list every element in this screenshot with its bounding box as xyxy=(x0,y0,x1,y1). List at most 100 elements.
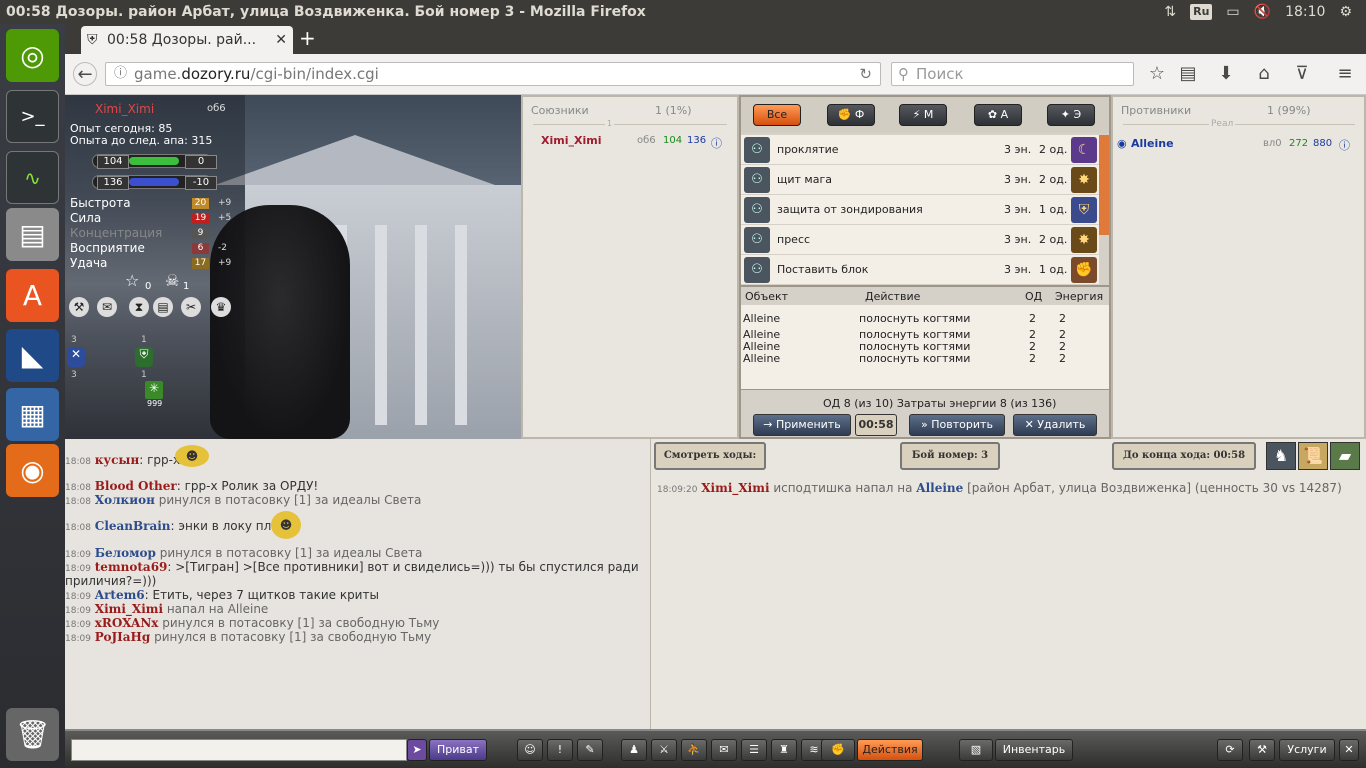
send-arrow-icon[interactable]: ➤ xyxy=(407,739,427,761)
guild-badge-icon[interactable]: ⛨ xyxy=(135,347,153,367)
walk-icon[interactable]: ⛹ xyxy=(681,739,707,761)
scroll-icon[interactable]: 📜 xyxy=(1298,442,1328,470)
network-icon[interactable]: ⇅ xyxy=(1164,0,1176,24)
chat-author[interactable]: xROXANx xyxy=(95,616,159,630)
clan-badge-icon[interactable]: ✕ xyxy=(67,347,85,367)
menu-icon[interactable]: ≡ xyxy=(1333,62,1357,86)
delete-button[interactable]: ✕ Удалить xyxy=(1013,414,1097,436)
gear-icon[interactable]: ⚙ xyxy=(1339,0,1352,24)
target-icon[interactable]: ⚇ xyxy=(744,227,770,253)
writer-icon[interactable]: ▦ xyxy=(6,388,59,441)
chat-author[interactable]: Ximi_Ximi xyxy=(95,602,163,616)
tools-icon[interactable]: ⚒ xyxy=(1249,739,1275,761)
system-monitor-icon[interactable]: ∿ xyxy=(6,151,59,204)
note-icon[interactable]: ✎ xyxy=(577,739,603,761)
watch-moves-button[interactable]: Смотреть ходы: xyxy=(654,442,766,470)
swords-icon[interactable]: ⚔ xyxy=(651,739,677,761)
new-tab-button[interactable]: + xyxy=(299,26,316,50)
chat-input[interactable] xyxy=(71,739,407,761)
spell-row[interactable]: ⚇ защита от зондирования 3 эн. 1 од. ⛨ xyxy=(741,195,1099,225)
fist-icon[interactable]: ✊ xyxy=(821,739,855,761)
search-input[interactable]: ⚲ Поиск xyxy=(891,62,1134,86)
back-arrow-icon[interactable]: ← xyxy=(73,62,97,86)
terminal-icon[interactable]: >_ xyxy=(6,90,59,143)
trash-icon[interactable]: 🗑 xyxy=(6,708,59,761)
scroll-icon[interactable]: ▤ xyxy=(153,297,173,317)
chat-author[interactable]: temnota69 xyxy=(95,560,168,574)
volume-icon[interactable]: 🔇 xyxy=(1254,0,1271,24)
chat-author[interactable]: Blood Other xyxy=(95,479,177,493)
clock[interactable]: 18:10 xyxy=(1285,0,1325,24)
spell-icon[interactable]: ✸ xyxy=(1071,167,1097,193)
inventory-button[interactable]: Инвентарь xyxy=(995,739,1073,761)
action-row[interactable]: Alleine полоснуть когтями 2 2 xyxy=(743,352,1107,365)
chat-author[interactable]: кусын xyxy=(95,453,139,467)
refresh-icon[interactable]: ⟳ xyxy=(1217,739,1243,761)
target-icon[interactable]: ⚇ xyxy=(744,197,770,223)
reading-list-icon[interactable]: ▤ xyxy=(1176,62,1200,86)
mail-icon[interactable]: ✉ xyxy=(97,297,117,317)
url-bar[interactable]: ⓘ game.dozory.ru/cgi-bin/index.cgi ↻ xyxy=(105,62,881,86)
spell-icon[interactable]: ☾ xyxy=(1071,137,1097,163)
firefox-icon[interactable]: ◉ xyxy=(6,444,59,497)
files-icon[interactable]: ▤ xyxy=(6,208,59,261)
spell-row[interactable]: ⚇ Поставить блок 3 эн. 1 од. ✊ xyxy=(741,255,1099,285)
crowd-icon[interactable]: ♜ xyxy=(771,739,797,761)
target-icon[interactable]: ⚇ xyxy=(744,137,770,163)
home-icon[interactable]: ⌂ xyxy=(1252,62,1276,86)
alert-icon[interactable]: ! xyxy=(547,739,573,761)
spell-row[interactable]: ⚇ проклятие 3 эн. 2 од. ☾ xyxy=(741,135,1099,165)
close-icon[interactable]: ✕ xyxy=(1339,739,1359,761)
hammer-icon[interactable]: ⚒ xyxy=(69,297,89,317)
target-icon[interactable]: ⚇ xyxy=(744,257,770,283)
spell-icon[interactable]: ✸ xyxy=(1071,227,1097,253)
spell-icon[interactable]: ✊ xyxy=(1071,257,1097,283)
ally-name[interactable]: Ximi_Ximi xyxy=(541,134,601,147)
keyboard-layout[interactable]: Ru xyxy=(1190,4,1213,20)
services-button[interactable]: Услуги xyxy=(1279,739,1335,761)
stack-icon[interactable]: ✳ xyxy=(145,381,163,399)
filter-all-button[interactable]: Все xyxy=(753,104,801,126)
spell-row[interactable]: ⚇ пресс 3 эн. 2 од. ✸ xyxy=(741,225,1099,255)
chat-author[interactable]: PoJIaHg xyxy=(95,630,151,644)
skull-icon[interactable]: ☠ xyxy=(165,271,179,290)
trophy-icon[interactable]: ♛ xyxy=(211,297,231,317)
map-icon[interactable]: ▧ xyxy=(959,739,993,761)
action-row[interactable]: Alleine полоснуть когтями 2 2 xyxy=(743,340,1107,353)
repeat-button[interactable]: » Повторить xyxy=(909,414,1005,436)
spell-scrollbar[interactable] xyxy=(1099,135,1109,235)
character-name[interactable]: Ximi_Ximi xyxy=(95,102,154,116)
info-icon[interactable]: ⓘ xyxy=(114,63,127,85)
battery-icon[interactable]: ▭ xyxy=(1226,0,1239,24)
tools-icon[interactable]: ✂ xyxy=(181,297,201,317)
hourglass-icon[interactable]: ⧗ xyxy=(129,297,149,317)
reload-icon[interactable]: ↻ xyxy=(859,63,872,85)
spell-icon[interactable]: ⛨ xyxy=(1071,197,1097,223)
star-icon[interactable]: ☆ xyxy=(125,271,139,290)
software-center-icon[interactable]: A xyxy=(6,269,59,322)
filter-a-button[interactable]: ✿ А xyxy=(974,104,1022,126)
tab-close-icon[interactable]: ✕ xyxy=(275,26,287,54)
person-icon[interactable]: ♟ xyxy=(621,739,647,761)
target-icon[interactable]: ⚇ xyxy=(744,167,770,193)
apply-button[interactable]: → Применить xyxy=(753,414,851,436)
letters-icon[interactable]: ✉ xyxy=(711,739,737,761)
filter-m-button[interactable]: ⚡ М xyxy=(899,104,947,126)
shield-app-icon[interactable]: ◣ xyxy=(6,329,59,382)
pocket-icon[interactable]: ⊽ xyxy=(1290,62,1314,86)
wizard-icon[interactable]: ♞ xyxy=(1266,442,1296,470)
chat-author[interactable]: Беломор xyxy=(95,546,156,560)
tab-current[interactable]: ⛨ 00:58 Дозоры. рай... ✕ xyxy=(81,26,293,54)
private-button[interactable]: Приват xyxy=(429,739,487,761)
info-icon[interactable]: ⓘ xyxy=(1339,137,1350,153)
filter-e-button[interactable]: ✦ Э xyxy=(1047,104,1095,126)
smiley-icon[interactable]: ☺ xyxy=(517,739,543,761)
chat-author[interactable]: CleanBrain xyxy=(95,519,171,533)
action-row[interactable]: Alleine полоснуть когтями 2 2 xyxy=(743,312,1107,325)
actions-button[interactable]: Действия xyxy=(857,739,923,761)
info-icon[interactable]: ⓘ xyxy=(711,135,722,151)
chat-author[interactable]: Холкион xyxy=(95,493,155,507)
filter-f-button[interactable]: ✊ Ф xyxy=(827,104,875,126)
enemy-name[interactable]: Alleine xyxy=(1131,137,1174,150)
book-icon[interactable]: ▰ xyxy=(1330,442,1360,470)
